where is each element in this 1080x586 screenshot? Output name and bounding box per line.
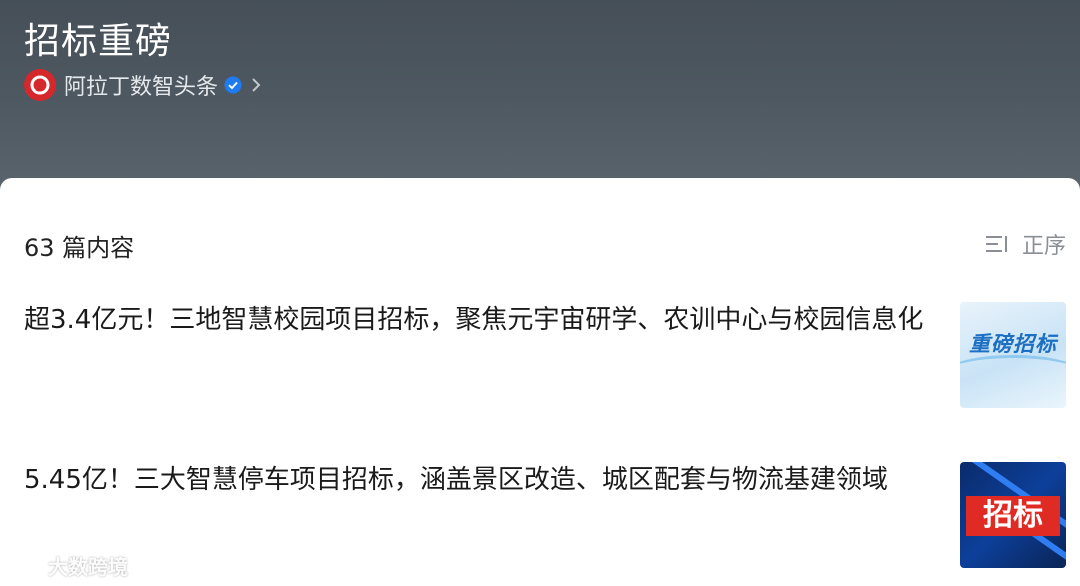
thumbnail-wave-decoration (960, 355, 1066, 398)
collection-header: 招标重磅 阿拉丁数智头条 (0, 0, 1080, 190)
thumbnail-text: 重磅招标 (969, 332, 1057, 356)
sort-order-icon (985, 236, 1007, 252)
thumbnail-text: 招标 (966, 496, 1060, 536)
author-row[interactable]: 阿拉丁数智头条 (24, 68, 262, 102)
watermark-logo-icon (8, 556, 40, 575)
article-count: 63 篇内容 (24, 234, 135, 262)
article-item[interactable]: 5.45亿！三大智慧停车项目招标，涵盖景区改造、城区配套与物流基建领域 招标 (24, 462, 1066, 568)
watermark: 大数跨境 (8, 551, 128, 580)
sort-label: 正序 (1021, 234, 1066, 259)
article-thumbnail[interactable]: 重磅招标 (960, 302, 1066, 408)
author-logo-icon[interactable] (24, 69, 56, 101)
verified-badge-icon (224, 76, 242, 94)
chevron-right-icon[interactable] (250, 76, 262, 94)
article-item[interactable]: 超3.4亿元！三地智慧校园项目招标，聚焦元宇宙研学、农训中心与校园信息化 重磅招… (24, 302, 1066, 408)
sort-button[interactable]: 正序 (984, 228, 1066, 260)
watermark-text: 大数跨境 (48, 555, 128, 579)
author-name[interactable]: 阿拉丁数智头条 (64, 69, 218, 101)
article-thumbnail[interactable]: 招标 (960, 462, 1066, 568)
collection-title: 招标重磅 (24, 21, 173, 62)
article-title[interactable]: 5.45亿！三大智慧停车项目招标，涵盖景区改造、城区配套与物流基建领域 (24, 462, 942, 498)
article-title[interactable]: 超3.4亿元！三地智慧校园项目招标，聚焦元宇宙研学、农训中心与校园信息化 (24, 302, 942, 338)
content-panel: 63 篇内容 正序 超3.4亿元！三地智慧校园项目招标，聚焦元宇宙研学、农训中心… (0, 178, 1080, 586)
